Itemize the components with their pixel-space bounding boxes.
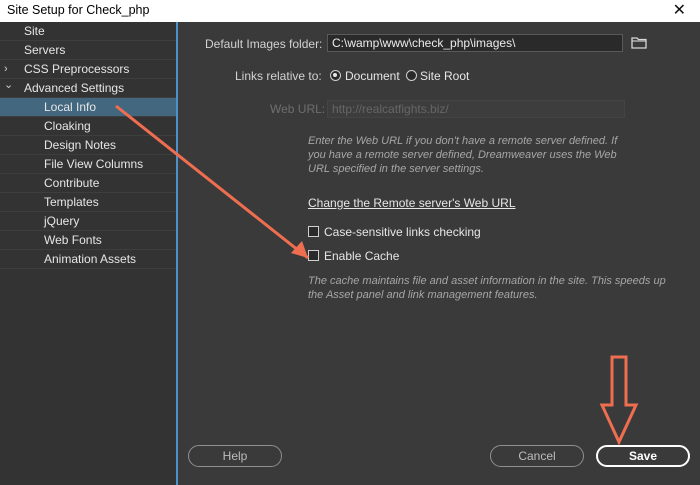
sidebar-item-file-view-columns[interactable]: File View Columns [0, 155, 176, 174]
sidebar-item-contribute[interactable]: Contribute [0, 174, 176, 193]
sidebar-item-label: Site [24, 24, 45, 38]
sidebar-item-label: Servers [24, 43, 66, 57]
web-url-hint-line: Enter the Web URL if you don't have a re… [308, 135, 618, 147]
sidebar-item-templates[interactable]: Templates [0, 193, 176, 212]
sidebar-item-label: Web Fonts [44, 233, 102, 247]
sidebar-item-label: File View Columns [44, 157, 144, 171]
enable-cache-checkbox[interactable] [308, 250, 319, 261]
enable-cache-label[interactable]: Enable Cache [324, 249, 399, 263]
web-url-input[interactable]: http://realcatfights.biz/ [327, 100, 625, 118]
sidebar-item-label: Animation Assets [44, 252, 137, 266]
window-title: Site Setup for Check_php [7, 3, 150, 17]
sidebar-item-advanced-settings[interactable]: ⌄ Advanced Settings [0, 79, 176, 98]
images-folder-input[interactable]: C:\wamp\www\check_php\images\ [327, 34, 623, 52]
links-relative-label: Links relative to: [235, 69, 322, 83]
sidebar-item-jquery[interactable]: jQuery [0, 212, 176, 231]
sidebar-item-css-preprocessors[interactable]: › CSS Preprocessors [0, 60, 176, 79]
case-sensitive-checkbox[interactable] [308, 226, 319, 237]
sidebar-item-label: Templates [44, 195, 99, 209]
sidebar-item-cloaking[interactable]: Cloaking [0, 117, 176, 136]
document-radio-label[interactable]: Document [345, 69, 400, 83]
sidebar-item-label: Advanced Settings [24, 81, 125, 95]
cache-hint: The cache maintains file and asset infor… [308, 274, 688, 302]
web-url-hint: Enter the Web URL if you don't have a re… [308, 134, 668, 176]
site-root-radio[interactable] [406, 70, 417, 81]
site-root-radio-label[interactable]: Site Root [420, 69, 469, 83]
case-sensitive-label[interactable]: Case-sensitive links checking [324, 225, 481, 239]
images-folder-label: Default Images folder: [205, 37, 323, 51]
chevron-down-icon[interactable]: ⌄ [4, 76, 13, 94]
cancel-button[interactable]: Cancel [490, 445, 584, 467]
category-sidebar: Site Servers › CSS Preprocessors ⌄ Advan… [0, 22, 178, 485]
cache-hint-line: The cache maintains file and asset infor… [308, 275, 666, 287]
save-button[interactable]: Save [596, 445, 690, 467]
folder-icon[interactable] [631, 36, 647, 49]
cache-hint-line: the Asset panel and link management feat… [308, 289, 538, 301]
change-remote-url-link[interactable]: Change the Remote server's Web URL [308, 196, 516, 210]
web-url-hint-line: you have a remote server defined, Dreamw… [308, 149, 617, 161]
sidebar-item-animation-assets[interactable]: Animation Assets [0, 250, 176, 269]
sidebar-item-local-info[interactable]: Local Info [0, 98, 176, 117]
help-button[interactable]: Help [188, 445, 282, 467]
sidebar-item-label: CSS Preprocessors [24, 62, 130, 76]
sidebar-item-label: jQuery [44, 214, 80, 228]
sidebar-item-site[interactable]: Site [0, 22, 176, 41]
sidebar-item-servers[interactable]: Servers [0, 41, 176, 60]
web-url-label: Web URL: [270, 102, 326, 116]
sidebar-item-web-fonts[interactable]: Web Fonts [0, 231, 176, 250]
sidebar-item-label: Contribute [44, 176, 100, 190]
sidebar-item-label: Local Info [44, 100, 97, 114]
sidebar-item-design-notes[interactable]: Design Notes [0, 136, 176, 155]
sidebar-item-label: Cloaking [44, 119, 91, 133]
title-bar: Site Setup for Check_php ✕ [0, 0, 700, 22]
sidebar-item-label: Design Notes [44, 138, 117, 152]
close-icon[interactable]: ✕ [673, 0, 686, 20]
local-info-panel: Default Images folder: C:\wamp\www\check… [178, 22, 700, 485]
document-radio[interactable] [330, 70, 341, 81]
web-url-hint-line: URL specified in the server settings. [308, 163, 484, 175]
